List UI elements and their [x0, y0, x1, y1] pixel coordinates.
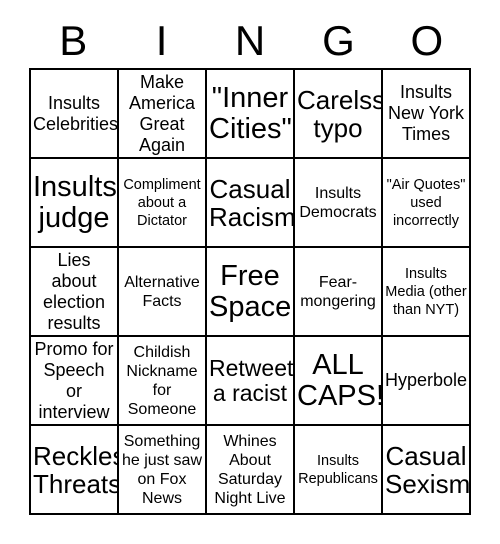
bingo-cell-label: Insults New York Times — [387, 82, 465, 144]
bingo-cell-label: Casual Racism — [209, 173, 295, 232]
bingo-cell-label: Hyperbole — [385, 370, 468, 390]
bingo-cell[interactable]: Carelss typo — [295, 70, 383, 159]
bingo-cell-label: Insults Media (other than NYT) — [385, 265, 467, 318]
bingo-cell[interactable]: Insults Republicans — [295, 426, 383, 515]
bingo-cell[interactable]: Alternative Facts — [119, 248, 207, 337]
bingo-card: B I N G O Insults Celebrities Make Ameri… — [0, 0, 500, 544]
bingo-cell[interactable]: Retweets a racist — [207, 337, 295, 426]
bingo-cell[interactable]: Make America Great Again — [119, 70, 207, 159]
bingo-cell[interactable]: Whines About Saturday Night Live — [207, 426, 295, 515]
header-letter-n: N — [234, 17, 266, 64]
bingo-cell-label: Carelss typo — [297, 84, 383, 143]
bingo-cell[interactable]: "Inner Cities" — [207, 70, 295, 159]
bingo-cell-label: "Inner Cities" — [209, 81, 292, 145]
bingo-cell[interactable]: "Air Quotes" used incorrectly — [383, 159, 471, 248]
bingo-cell[interactable]: Reckless Threats — [31, 426, 119, 515]
bingo-cell[interactable]: Lies about election results — [31, 248, 119, 337]
header-letter-b: B — [59, 17, 88, 64]
header-letter-g: G — [322, 17, 355, 64]
bingo-cell-label: Insults Celebrities — [33, 92, 119, 134]
bingo-cell-label: Alternative Facts — [124, 273, 200, 310]
bingo-cell-label: Childish Nickname for Someone — [126, 343, 198, 418]
bingo-cell-label: "Air Quotes" used incorrectly — [386, 176, 466, 229]
bingo-cell[interactable]: Something he just saw on Fox News — [119, 426, 207, 515]
bingo-cell-label: Make America Great Again — [128, 71, 195, 155]
bingo-cell[interactable]: Insults Media (other than NYT) — [383, 248, 471, 337]
bingo-cell[interactable]: Insults New York Times — [383, 70, 471, 159]
bingo-cell[interactable]: Compliment about a Dictator — [119, 159, 207, 248]
header-letter-i: I — [155, 17, 168, 64]
bingo-grid: Insults Celebrities Make America Great A… — [29, 68, 471, 515]
bingo-cell[interactable]: Insults Democrats — [295, 159, 383, 248]
bingo-cell[interactable]: Casual Sexism — [383, 426, 471, 515]
bingo-cell[interactable]: Hyperbole — [383, 337, 471, 426]
bingo-cell-label: Reckless Threats — [33, 440, 119, 499]
bingo-cell[interactable]: Insults Celebrities — [31, 70, 119, 159]
bingo-cell[interactable]: Childish Nickname for Someone — [119, 337, 207, 426]
bingo-cell[interactable]: Promo for Speech or interview — [31, 337, 119, 426]
bingo-cell-label: Lies about election results — [42, 249, 106, 333]
bingo-cell[interactable]: ALL CAPS! — [295, 337, 383, 426]
bingo-header: B I N G O — [29, 14, 471, 68]
bingo-cell-label: Insults Republicans — [298, 452, 378, 487]
bingo-cell-label: Casual Sexism — [385, 440, 471, 499]
bingo-cell[interactable]: Fear-mongering — [295, 248, 383, 337]
bingo-cell-label: Insults judge — [33, 170, 117, 234]
bingo-cell-label: Compliment about a Dictator — [123, 176, 201, 229]
bingo-cell-label: Insults Democrats — [299, 184, 377, 221]
bingo-cell-label: Something he just saw on Fox News — [121, 432, 203, 507]
bingo-cell-label: Retweets a racist — [209, 354, 294, 406]
bingo-cell-label: Fear-mongering — [300, 273, 376, 310]
header-letter-o: O — [410, 17, 444, 64]
bingo-cell[interactable]: Casual Racism — [207, 159, 295, 248]
bingo-cell-label: Free Space! — [209, 259, 295, 323]
bingo-cell[interactable]: Insults judge — [31, 159, 119, 248]
bingo-cell-label: Whines About Saturday Night Live — [214, 432, 286, 507]
bingo-cell-free-space[interactable]: Free Space! — [207, 248, 295, 337]
bingo-cell-label: Promo for Speech or interview — [34, 338, 114, 422]
bingo-cell-label: ALL CAPS! — [297, 348, 383, 412]
